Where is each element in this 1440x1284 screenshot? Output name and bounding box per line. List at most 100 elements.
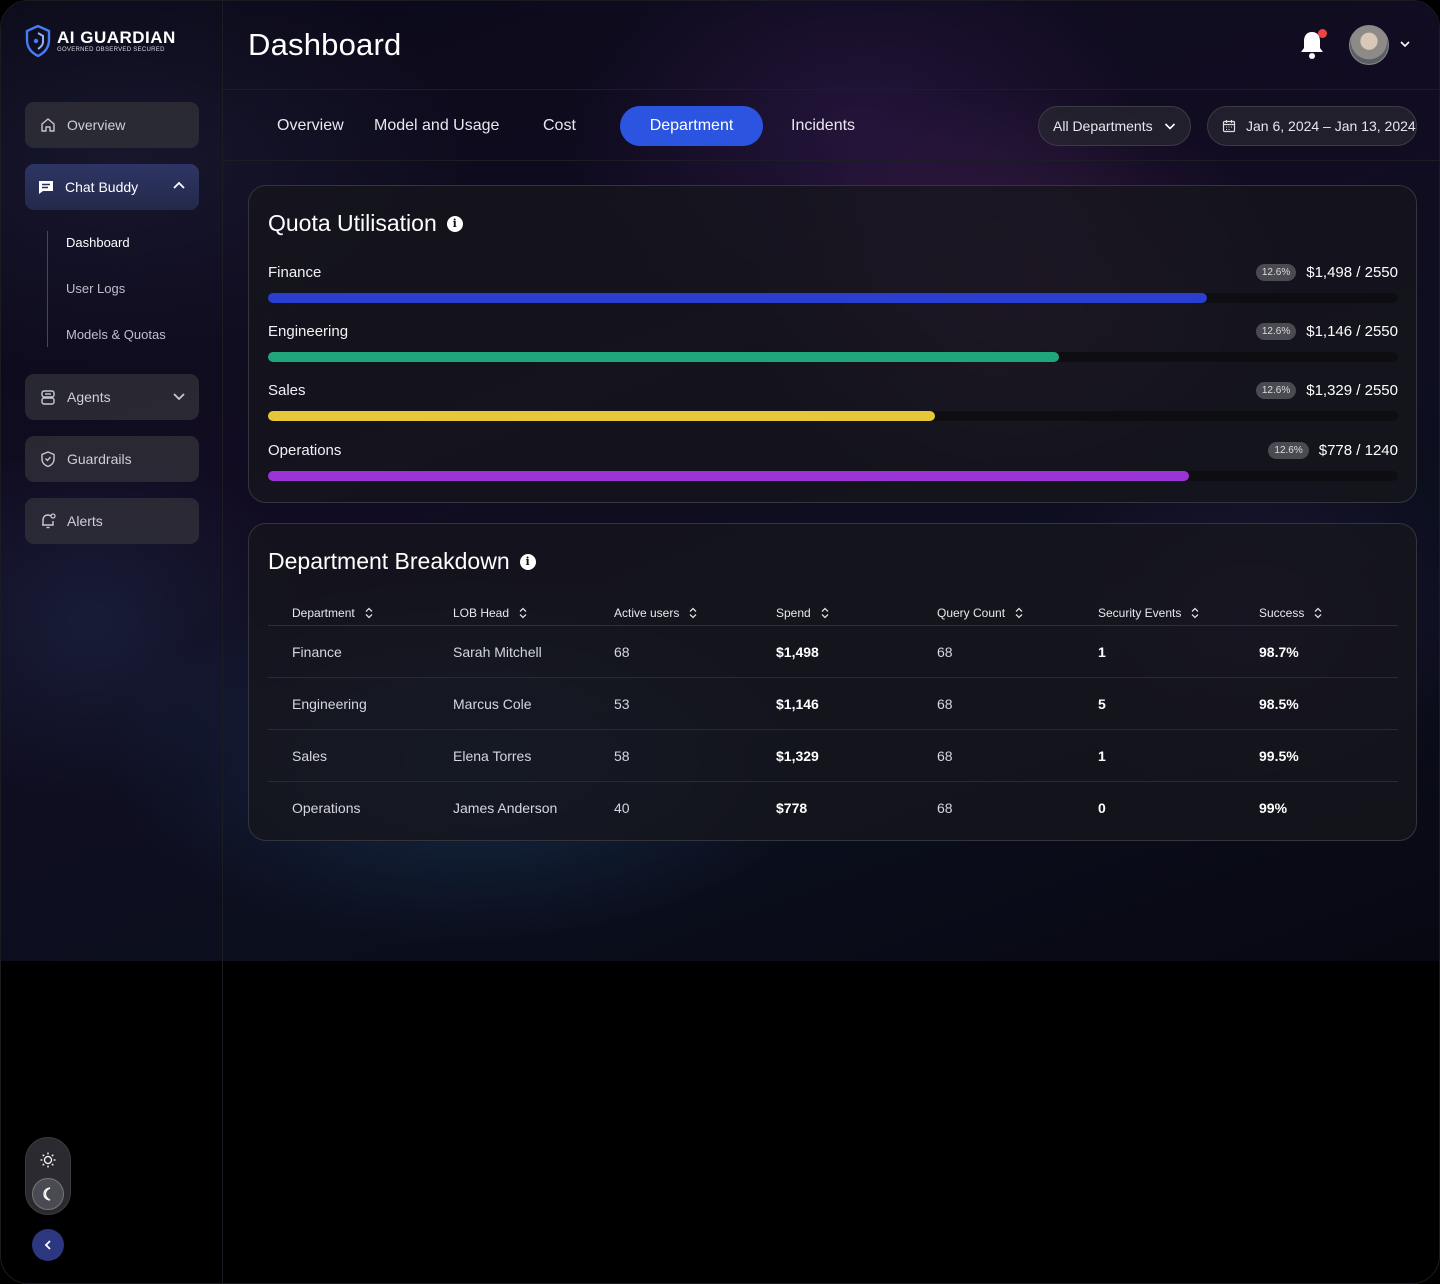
table-row[interactable]: Operations James Anderson 40 $778 68 0 99% bbox=[268, 782, 1398, 834]
table-cell: $1,329 bbox=[776, 748, 819, 764]
quota-utilisation-card: Quota Utilisation i Finance 12.6% $1,498 /… bbox=[248, 185, 1417, 503]
table-row[interactable]: Finance Sarah Mitchell 68 $1,498 68 1 98.7% bbox=[268, 626, 1398, 678]
alert-bell-icon bbox=[42, 513, 56, 529]
chevron-up-icon[interactable] bbox=[171, 178, 187, 194]
table-cell: 1 bbox=[1098, 644, 1106, 660]
table-row[interactable]: Engineering Marcus Cole 53 $1,146 68 5 98.5% bbox=[268, 678, 1398, 730]
column-header-label: Query Count bbox=[937, 606, 1006, 620]
tab-department[interactable]: Department bbox=[620, 106, 763, 146]
tab-incidents[interactable]: Incidents bbox=[791, 106, 855, 146]
table-cell: 1 bbox=[1098, 748, 1106, 764]
column-header-label: Department bbox=[292, 606, 355, 620]
info-icon[interactable]: i bbox=[519, 553, 536, 570]
quota-row: Engineering 12.6% $1,146 / 2550 bbox=[268, 323, 1398, 373]
progress-track bbox=[268, 411, 1398, 421]
table-cell: 0 bbox=[1098, 800, 1106, 816]
quota-summary: 12.6% $778 / 1240 bbox=[1268, 442, 1398, 459]
table-cell: 40 bbox=[614, 800, 630, 816]
column-header[interactable]: Spend bbox=[776, 606, 829, 620]
shield-icon bbox=[41, 451, 55, 468]
quota-value: $1,329 / 2550 bbox=[1306, 382, 1398, 399]
sidebar-subitem-user-logs[interactable]: User Logs bbox=[66, 281, 125, 296]
sort-icon[interactable] bbox=[365, 607, 373, 619]
quota-label: Engineering bbox=[268, 323, 349, 340]
robot-icon bbox=[41, 390, 55, 405]
table-cell: $1,146 bbox=[776, 696, 819, 712]
table-cell: 58 bbox=[614, 748, 630, 764]
date-range-picker[interactable]: Jan 6, 2024 – Jan 13, 2024 bbox=[1207, 106, 1417, 146]
percent-badge: 12.6% bbox=[1268, 442, 1309, 459]
table-cell: 68 bbox=[614, 644, 630, 660]
sidebar-item-guardrails[interactable]: Guardrails bbox=[25, 436, 199, 482]
column-header[interactable]: Active users bbox=[614, 606, 697, 620]
table-cell: Marcus Cole bbox=[453, 696, 532, 712]
table-cell: Sarah Mitchell bbox=[453, 644, 542, 660]
department-select[interactable]: All Departments bbox=[1038, 106, 1191, 146]
progress-fill bbox=[268, 411, 935, 421]
sidebar-item-chat-buddy[interactable]: Chat Buddy bbox=[25, 164, 199, 210]
table-cell: Operations bbox=[292, 800, 361, 816]
sidebar-subitem-dashboard[interactable]: Dashboard bbox=[66, 235, 130, 250]
percent-badge: 12.6% bbox=[1255, 323, 1297, 340]
progress-track bbox=[268, 471, 1398, 481]
table-cell: 53 bbox=[614, 696, 630, 712]
column-header-label: Security Events bbox=[1098, 606, 1182, 620]
sort-icon[interactable] bbox=[1015, 607, 1023, 619]
table-row[interactable]: Sales Elena Torres 58 $1,329 68 1 99.5% bbox=[268, 730, 1398, 782]
collapse-sidebar-button[interactable] bbox=[32, 1229, 64, 1261]
chat-icon bbox=[39, 181, 53, 194]
sort-icon[interactable] bbox=[1191, 607, 1199, 619]
quota-label: Finance bbox=[268, 264, 322, 281]
chevron-down-icon[interactable] bbox=[1398, 37, 1412, 51]
table-cell: 98.7% bbox=[1259, 644, 1299, 660]
theme-toggle[interactable] bbox=[25, 1137, 71, 1215]
tab-cost[interactable]: Cost bbox=[543, 106, 576, 146]
table-cell: 68 bbox=[937, 644, 953, 660]
table-cell: Finance bbox=[292, 644, 342, 660]
column-header[interactable]: Department bbox=[292, 606, 373, 620]
sidebar: AI GUARDIAN GOVERNED OBSERVED SECURED Ov… bbox=[1, 1, 223, 1283]
chevron-down-icon bbox=[1164, 123, 1175, 130]
column-header[interactable]: Query Count bbox=[937, 606, 1023, 620]
chevron-left-icon bbox=[44, 1240, 51, 1250]
sun-icon[interactable] bbox=[39, 1151, 57, 1169]
table-cell: Elena Torres bbox=[453, 748, 532, 764]
chevron-down-icon[interactable] bbox=[171, 388, 187, 404]
sidebar-item-label: Agents bbox=[67, 389, 111, 405]
table-cell: Sales bbox=[292, 748, 328, 764]
brand-logo[interactable]: AI GUARDIAN GOVERNED OBSERVED SECURED bbox=[25, 25, 176, 57]
percent-badge: 12.6% bbox=[1255, 264, 1297, 281]
moon-button[interactable] bbox=[32, 1178, 64, 1210]
brand-tagline: GOVERNED OBSERVED SECURED bbox=[57, 47, 165, 53]
progress-fill bbox=[268, 352, 1059, 362]
sort-icon[interactable] bbox=[689, 607, 697, 619]
sidebar-item-agents[interactable]: Agents bbox=[25, 374, 199, 420]
info-icon[interactable]: i bbox=[446, 215, 463, 232]
column-header[interactable]: Success bbox=[1259, 606, 1322, 620]
quota-label: Sales bbox=[268, 382, 306, 399]
sort-icon[interactable] bbox=[519, 607, 527, 619]
sidebar-item-overview[interactable]: Overview bbox=[25, 102, 199, 148]
table-cell: 99% bbox=[1259, 800, 1288, 816]
table-cell: 98.5% bbox=[1259, 696, 1299, 712]
sort-icon[interactable] bbox=[1314, 607, 1322, 619]
column-header[interactable]: LOB Head bbox=[453, 606, 527, 620]
tab-overview[interactable]: Overview bbox=[277, 106, 344, 146]
tab-bar: Overview Model and Usage Cost Department… bbox=[223, 89, 1439, 161]
column-header-label: Spend bbox=[776, 606, 811, 620]
quota-row: Finance 12.6% $1,498 / 2550 bbox=[268, 264, 1398, 314]
column-header[interactable]: Security Events bbox=[1098, 606, 1199, 620]
quota-row: Operations 12.6% $778 / 1240 bbox=[268, 442, 1398, 492]
progress-track bbox=[268, 352, 1398, 362]
sidebar-item-alerts[interactable]: Alerts bbox=[25, 498, 199, 544]
avatar[interactable] bbox=[1349, 25, 1389, 65]
table-cell: 68 bbox=[937, 748, 953, 764]
date-range-value: Jan 6, 2024 – Jan 13, 2024 bbox=[1246, 118, 1416, 134]
tab-model-and-usage[interactable]: Model and Usage bbox=[374, 106, 499, 146]
table-cell: Engineering bbox=[292, 696, 367, 712]
table-cell: 68 bbox=[937, 696, 953, 712]
sort-icon[interactable] bbox=[821, 607, 829, 619]
sidebar-subitem-models-quotas[interactable]: Models & Quotas bbox=[66, 327, 166, 342]
progress-track bbox=[268, 293, 1398, 303]
progress-fill bbox=[268, 293, 1208, 303]
